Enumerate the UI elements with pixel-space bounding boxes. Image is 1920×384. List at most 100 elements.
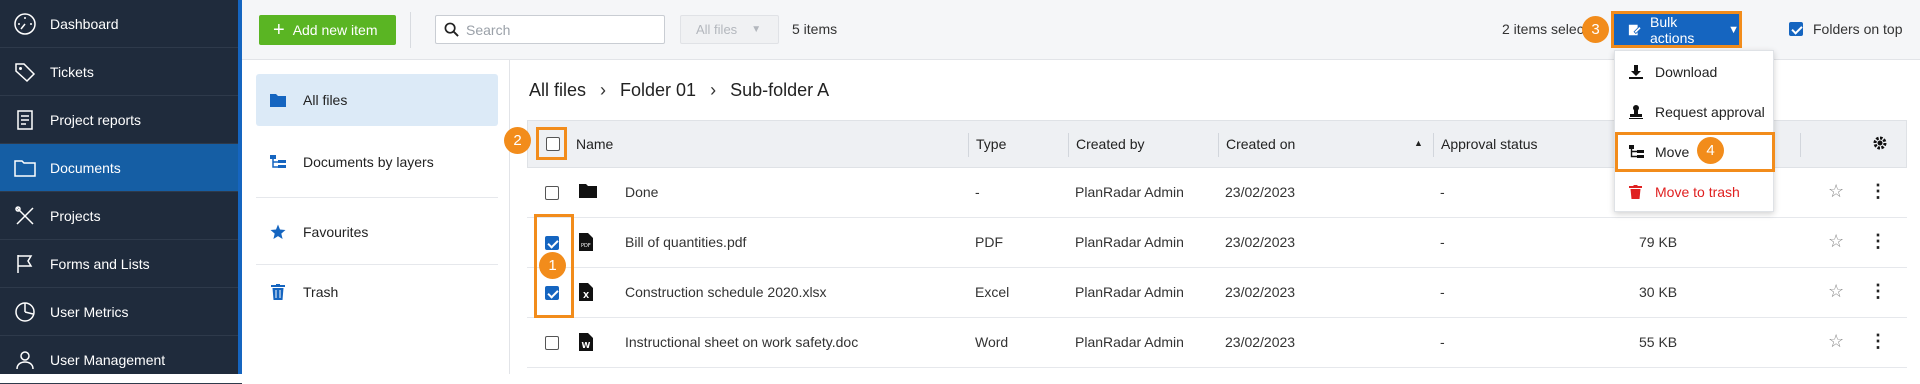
sidebar-item-user-metrics[interactable]: User Metrics (0, 288, 242, 336)
file-size: 55 KB (1639, 334, 1678, 350)
created-on: 23/02/2023 (1225, 334, 1296, 350)
sidebar-item-label: Project reports (50, 111, 142, 128)
download-icon (1629, 65, 1645, 79)
created-on: 23/02/2023 (1225, 184, 1296, 200)
tag-icon (12, 59, 38, 85)
breadcrumb-item[interactable]: All files (529, 80, 586, 101)
item-count: 5 items (792, 21, 838, 37)
main-sidebar: Dashboard Tickets Project reports Docume… (0, 0, 242, 384)
table-row[interactable]: PDF Bill of quantities.pdf PDF PlanRadar… (527, 218, 1907, 268)
more-vertical-icon[interactable]: ⋮ (1869, 281, 1887, 302)
word-file-icon: W (579, 333, 593, 354)
chevron-down-icon: ▼ (751, 24, 762, 35)
search-input[interactable]: Search (435, 15, 665, 44)
file-nav-label: Favourites (303, 224, 369, 240)
user-icon (12, 347, 38, 373)
folder-icon (579, 183, 597, 201)
selected-count: 2 items selected (1502, 21, 1588, 37)
file-nav-favourites[interactable]: Favourites (256, 206, 498, 258)
row-checkbox[interactable] (545, 336, 559, 350)
sidebar-item-dashboard[interactable]: Dashboard (0, 0, 242, 48)
column-header-type[interactable]: Type (976, 136, 1006, 152)
report-icon (12, 107, 38, 133)
breadcrumb-item[interactable]: Folder 01 (620, 80, 696, 101)
menu-item-move-to-trash[interactable]: Move to trash (1615, 172, 1775, 212)
column-divider (1068, 133, 1069, 157)
divider (256, 197, 498, 198)
sort-ascending-icon[interactable]: ▲ (1414, 138, 1423, 148)
file-filter-select[interactable]: All files ▼ (680, 15, 779, 44)
bulk-actions-button[interactable]: Bulk actions ▼ (1611, 11, 1742, 48)
callout-frame-select-all (536, 127, 567, 160)
callout-badge-3: 3 (1582, 16, 1609, 43)
more-vertical-icon[interactable]: ⋮ (1869, 181, 1887, 202)
search-icon (444, 22, 459, 40)
search-placeholder: Search (466, 22, 511, 38)
add-new-item-button[interactable]: + Add new item (259, 15, 396, 45)
toolbar-divider (410, 12, 411, 48)
folders-on-top-toggle[interactable]: Folders on top (1789, 21, 1903, 37)
star-icon[interactable]: ☆ (1828, 281, 1844, 302)
star-icon[interactable]: ☆ (1828, 181, 1844, 202)
breadcrumb: All files › Folder 01 › Sub-folder A (529, 80, 829, 101)
add-new-item-label: Add new item (292, 22, 378, 38)
column-divider (1218, 133, 1219, 157)
star-icon[interactable]: ☆ (1828, 331, 1844, 352)
created-by: PlanRadar Admin (1075, 284, 1184, 300)
column-header-created-by[interactable]: Created by (1076, 136, 1144, 152)
file-name[interactable]: Done (625, 184, 658, 200)
table-row[interactable]: X Construction schedule 2020.xlsx Excel … (527, 268, 1907, 318)
chevron-down-icon: ▼ (1728, 23, 1739, 36)
file-nav-trash[interactable]: Trash (256, 266, 498, 318)
excel-file-icon: X (579, 283, 593, 304)
file-name[interactable]: Instructional sheet on work safety.doc (625, 334, 858, 350)
file-nav-documents-by-layers[interactable]: Documents by layers (256, 136, 498, 188)
menu-item-label: Request approval (1655, 104, 1765, 120)
approval-status: - (1440, 184, 1445, 200)
sidebar-item-label: Dashboard (50, 15, 119, 32)
sidebar-item-projects[interactable]: Projects (0, 192, 242, 240)
created-on: 23/02/2023 (1225, 234, 1296, 250)
layers-icon (270, 154, 286, 170)
callout-badge-4: 4 (1697, 137, 1724, 164)
file-size: 30 KB (1639, 284, 1678, 300)
file-name[interactable]: Bill of quantities.pdf (625, 234, 746, 250)
sidebar-item-forms-and-lists[interactable]: Forms and Lists (0, 240, 242, 288)
approval-status: - (1440, 284, 1445, 300)
callout-badge-1: 1 (539, 252, 566, 279)
table-row[interactable]: W Instructional sheet on work safety.doc… (527, 318, 1907, 368)
trash-icon (270, 284, 286, 300)
file-name[interactable]: Construction schedule 2020.xlsx (625, 284, 827, 300)
file-nav-label: Trash (303, 284, 339, 300)
chevron-right-icon: › (600, 80, 607, 100)
sidebar-item-user-management[interactable]: User Management (0, 336, 242, 384)
menu-item-move[interactable]: Move (1615, 132, 1775, 172)
svg-text:W: W (582, 341, 591, 350)
folders-on-top-checkbox[interactable] (1789, 22, 1803, 36)
row-checkbox[interactable] (545, 186, 559, 200)
more-vertical-icon[interactable]: ⋮ (1869, 231, 1887, 252)
sidebar-item-documents[interactable]: Documents (0, 144, 242, 192)
column-header-created-on[interactable]: Created on (1226, 136, 1295, 152)
column-header-name[interactable]: Name (576, 136, 613, 152)
tools-icon (12, 203, 38, 229)
flag-icon (12, 251, 38, 277)
callout-badge-2: 2 (504, 127, 531, 154)
approval-status: - (1440, 234, 1445, 250)
column-divider (968, 133, 969, 157)
menu-item-request-approval[interactable]: Request approval (1615, 92, 1775, 132)
menu-item-download[interactable]: Download (1615, 52, 1775, 92)
trash-icon (1629, 185, 1645, 199)
more-vertical-icon[interactable]: ⋮ (1869, 331, 1887, 352)
plus-icon: + (273, 19, 285, 41)
file-nav-all-files[interactable]: All files (256, 74, 498, 126)
sidebar-item-project-reports[interactable]: Project reports (0, 96, 242, 144)
sidebar-item-label: User Metrics (50, 303, 129, 320)
sidebar-item-label: Projects (50, 207, 101, 224)
column-header-approval-status[interactable]: Approval status (1441, 136, 1538, 152)
star-icon[interactable]: ☆ (1828, 231, 1844, 252)
file-type: Excel (975, 284, 1010, 300)
sidebar-item-tickets[interactable]: Tickets (0, 48, 242, 96)
file-filter-value: All files (696, 22, 738, 37)
gear-icon[interactable] (1872, 135, 1888, 154)
